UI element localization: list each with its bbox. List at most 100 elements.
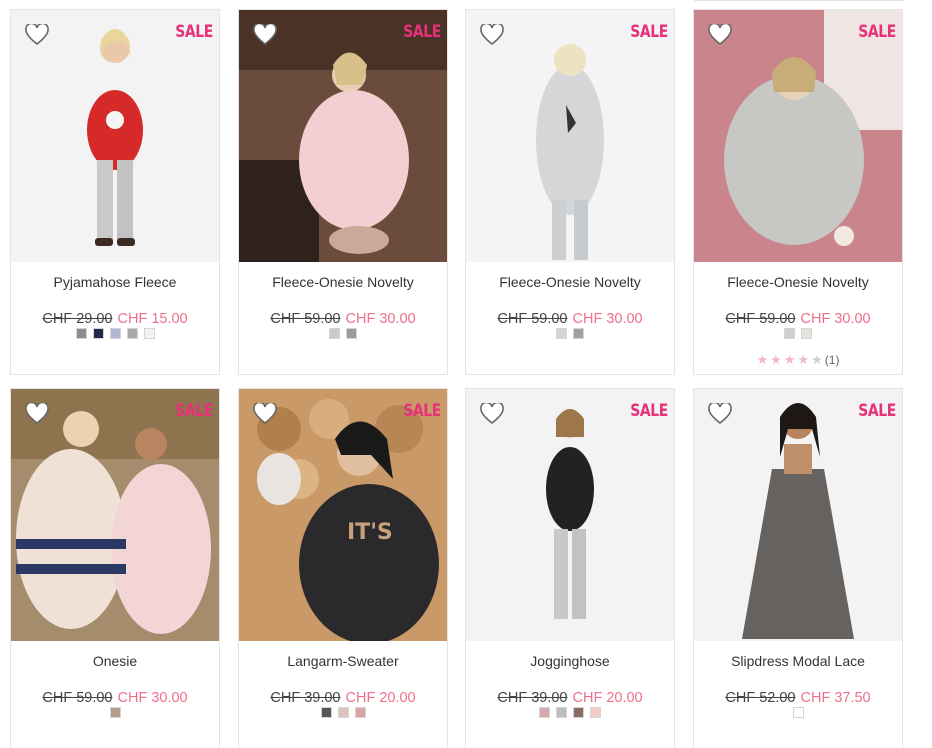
color-swatch[interactable] xyxy=(143,328,155,339)
product-image[interactable] xyxy=(466,389,674,641)
sale-price: CHF 30.00 xyxy=(800,311,871,327)
product-price: CHF 52.00 CHF 37.50 xyxy=(694,690,902,706)
sale-price: CHF 30.00 xyxy=(572,311,643,327)
product-name[interactable]: Langarm-Sweater xyxy=(239,653,447,669)
sale-price: CHF 20.00 xyxy=(572,690,643,706)
product-card[interactable]: SALE Onesie CHF 59.00 CHF 30.00 xyxy=(10,388,220,748)
color-swatch[interactable] xyxy=(801,328,812,339)
sale-badge: SALE xyxy=(630,401,668,421)
sale-price: CHF 15.00 xyxy=(117,311,188,327)
color-swatch[interactable] xyxy=(792,707,804,718)
product-price: CHF 29.00 CHF 15.00 xyxy=(11,311,219,327)
sale-badge: SALE xyxy=(403,22,441,42)
product-card[interactable]: SALE Slipdress Modal Lace CHF 52.00 CHF 3… xyxy=(693,388,903,748)
sale-price: CHF 30.00 xyxy=(345,311,416,327)
product-card[interactable]: SALE Jogginghose CHF 39.00 CHF 20.00 xyxy=(465,388,675,748)
product-name[interactable]: Pyjamahose Fleece xyxy=(11,274,219,290)
product-price: CHF 39.00 CHF 20.00 xyxy=(239,690,447,706)
wishlist-heart-icon[interactable] xyxy=(708,401,732,425)
product-image[interactable] xyxy=(694,389,902,641)
product-card[interactable]: SALE Fleece-Onesie Novelty CHF 59.00 CHF … xyxy=(693,9,903,375)
original-price: CHF 59.00 xyxy=(725,311,796,327)
original-price: CHF 39.00 xyxy=(497,690,568,706)
color-swatch[interactable] xyxy=(126,328,138,339)
review-count: (1) xyxy=(824,353,840,367)
wishlist-heart-icon[interactable] xyxy=(253,401,277,425)
svg-text:IT'S: IT'S xyxy=(347,520,393,545)
color-swatches xyxy=(466,328,674,339)
rating-star-icon: ★ xyxy=(756,352,771,367)
original-price: CHF 59.00 xyxy=(497,311,568,327)
rating-star-icon: ★ xyxy=(797,352,812,367)
original-price: CHF 59.00 xyxy=(42,690,113,706)
color-swatch[interactable] xyxy=(75,328,87,339)
color-swatches xyxy=(694,328,902,339)
color-swatch[interactable] xyxy=(556,328,567,339)
product-price: CHF 59.00 CHF 30.00 xyxy=(694,311,902,327)
wishlist-heart-icon[interactable] xyxy=(25,401,49,425)
rating-star-icon: ★ xyxy=(770,352,784,367)
sale-badge: SALE xyxy=(858,22,896,42)
color-swatches xyxy=(11,328,219,339)
product-image[interactable] xyxy=(694,10,902,262)
color-swatches xyxy=(11,707,219,718)
product-name[interactable]: Fleece-Onesie Novelty xyxy=(466,274,674,290)
product-price: CHF 59.00 CHF 30.00 xyxy=(11,690,219,706)
product-image[interactable] xyxy=(466,10,674,262)
product-card[interactable]: SALE Pyjamahose Fleece CHF 29.00 CHF 15.0… xyxy=(10,9,220,375)
product-image[interactable] xyxy=(239,10,447,262)
wishlist-heart-icon[interactable] xyxy=(253,22,277,46)
color-swatches xyxy=(694,707,902,718)
rating-star-icon: ★ xyxy=(783,352,798,367)
sale-badge: SALE xyxy=(858,401,896,421)
divider xyxy=(694,0,904,1)
product-name[interactable]: Onesie xyxy=(11,653,219,669)
color-swatch[interactable] xyxy=(329,328,340,339)
wishlist-heart-icon[interactable] xyxy=(25,22,49,46)
product-price: CHF 59.00 CHF 30.00 xyxy=(466,311,674,327)
color-swatch[interactable] xyxy=(354,707,366,718)
product-price: CHF 59.00 CHF 30.00 xyxy=(239,311,447,327)
color-swatch[interactable] xyxy=(784,328,795,339)
product-name[interactable]: Jogginghose xyxy=(466,653,674,669)
product-rating: ★★★★★(1) xyxy=(694,352,902,368)
color-swatch[interactable] xyxy=(320,707,332,718)
sale-price: CHF 30.00 xyxy=(117,690,188,706)
color-swatches xyxy=(239,707,447,718)
product-name[interactable]: Slipdress Modal Lace xyxy=(694,653,902,669)
original-price: CHF 29.00 xyxy=(42,311,113,327)
color-swatches xyxy=(239,328,447,339)
sale-price: CHF 37.50 xyxy=(800,690,871,706)
color-swatch[interactable] xyxy=(346,328,357,339)
color-swatch[interactable] xyxy=(109,707,121,718)
sale-badge: SALE xyxy=(630,22,668,42)
original-price: CHF 52.00 xyxy=(725,690,796,706)
rating-star-icon: ★ xyxy=(811,352,825,367)
color-swatch[interactable] xyxy=(573,707,584,718)
original-price: CHF 59.00 xyxy=(270,311,341,327)
color-swatch[interactable] xyxy=(556,707,567,718)
product-image[interactable] xyxy=(11,10,219,262)
original-price: CHF 39.00 xyxy=(270,690,341,706)
sale-badge: SALE xyxy=(175,22,213,42)
product-card[interactable]: IT'S SALE Langarm-Sweater CHF 39.00 CHF 2… xyxy=(238,388,448,748)
product-name[interactable]: Fleece-Onesie Novelty xyxy=(239,274,447,290)
product-image[interactable]: IT'S xyxy=(239,389,447,641)
sale-badge: SALE xyxy=(403,401,441,421)
sale-price: CHF 20.00 xyxy=(345,690,416,706)
wishlist-heart-icon[interactable] xyxy=(480,22,504,46)
color-swatch[interactable] xyxy=(109,328,121,339)
product-card[interactable]: SALE Fleece-Onesie Novelty CHF 59.00 CHF … xyxy=(238,9,448,375)
color-swatch[interactable] xyxy=(573,328,584,339)
wishlist-heart-icon[interactable] xyxy=(708,22,732,46)
product-price: CHF 39.00 CHF 20.00 xyxy=(466,690,674,706)
wishlist-heart-icon[interactable] xyxy=(480,401,504,425)
color-swatch[interactable] xyxy=(590,707,601,718)
product-name[interactable]: Fleece-Onesie Novelty xyxy=(694,274,902,290)
color-swatch[interactable] xyxy=(539,707,550,718)
color-swatches xyxy=(466,707,674,718)
product-image[interactable] xyxy=(11,389,219,641)
product-card[interactable]: SALE Fleece-Onesie Novelty CHF 59.00 CHF … xyxy=(465,9,675,375)
color-swatch[interactable] xyxy=(92,328,104,339)
color-swatch[interactable] xyxy=(337,707,349,718)
